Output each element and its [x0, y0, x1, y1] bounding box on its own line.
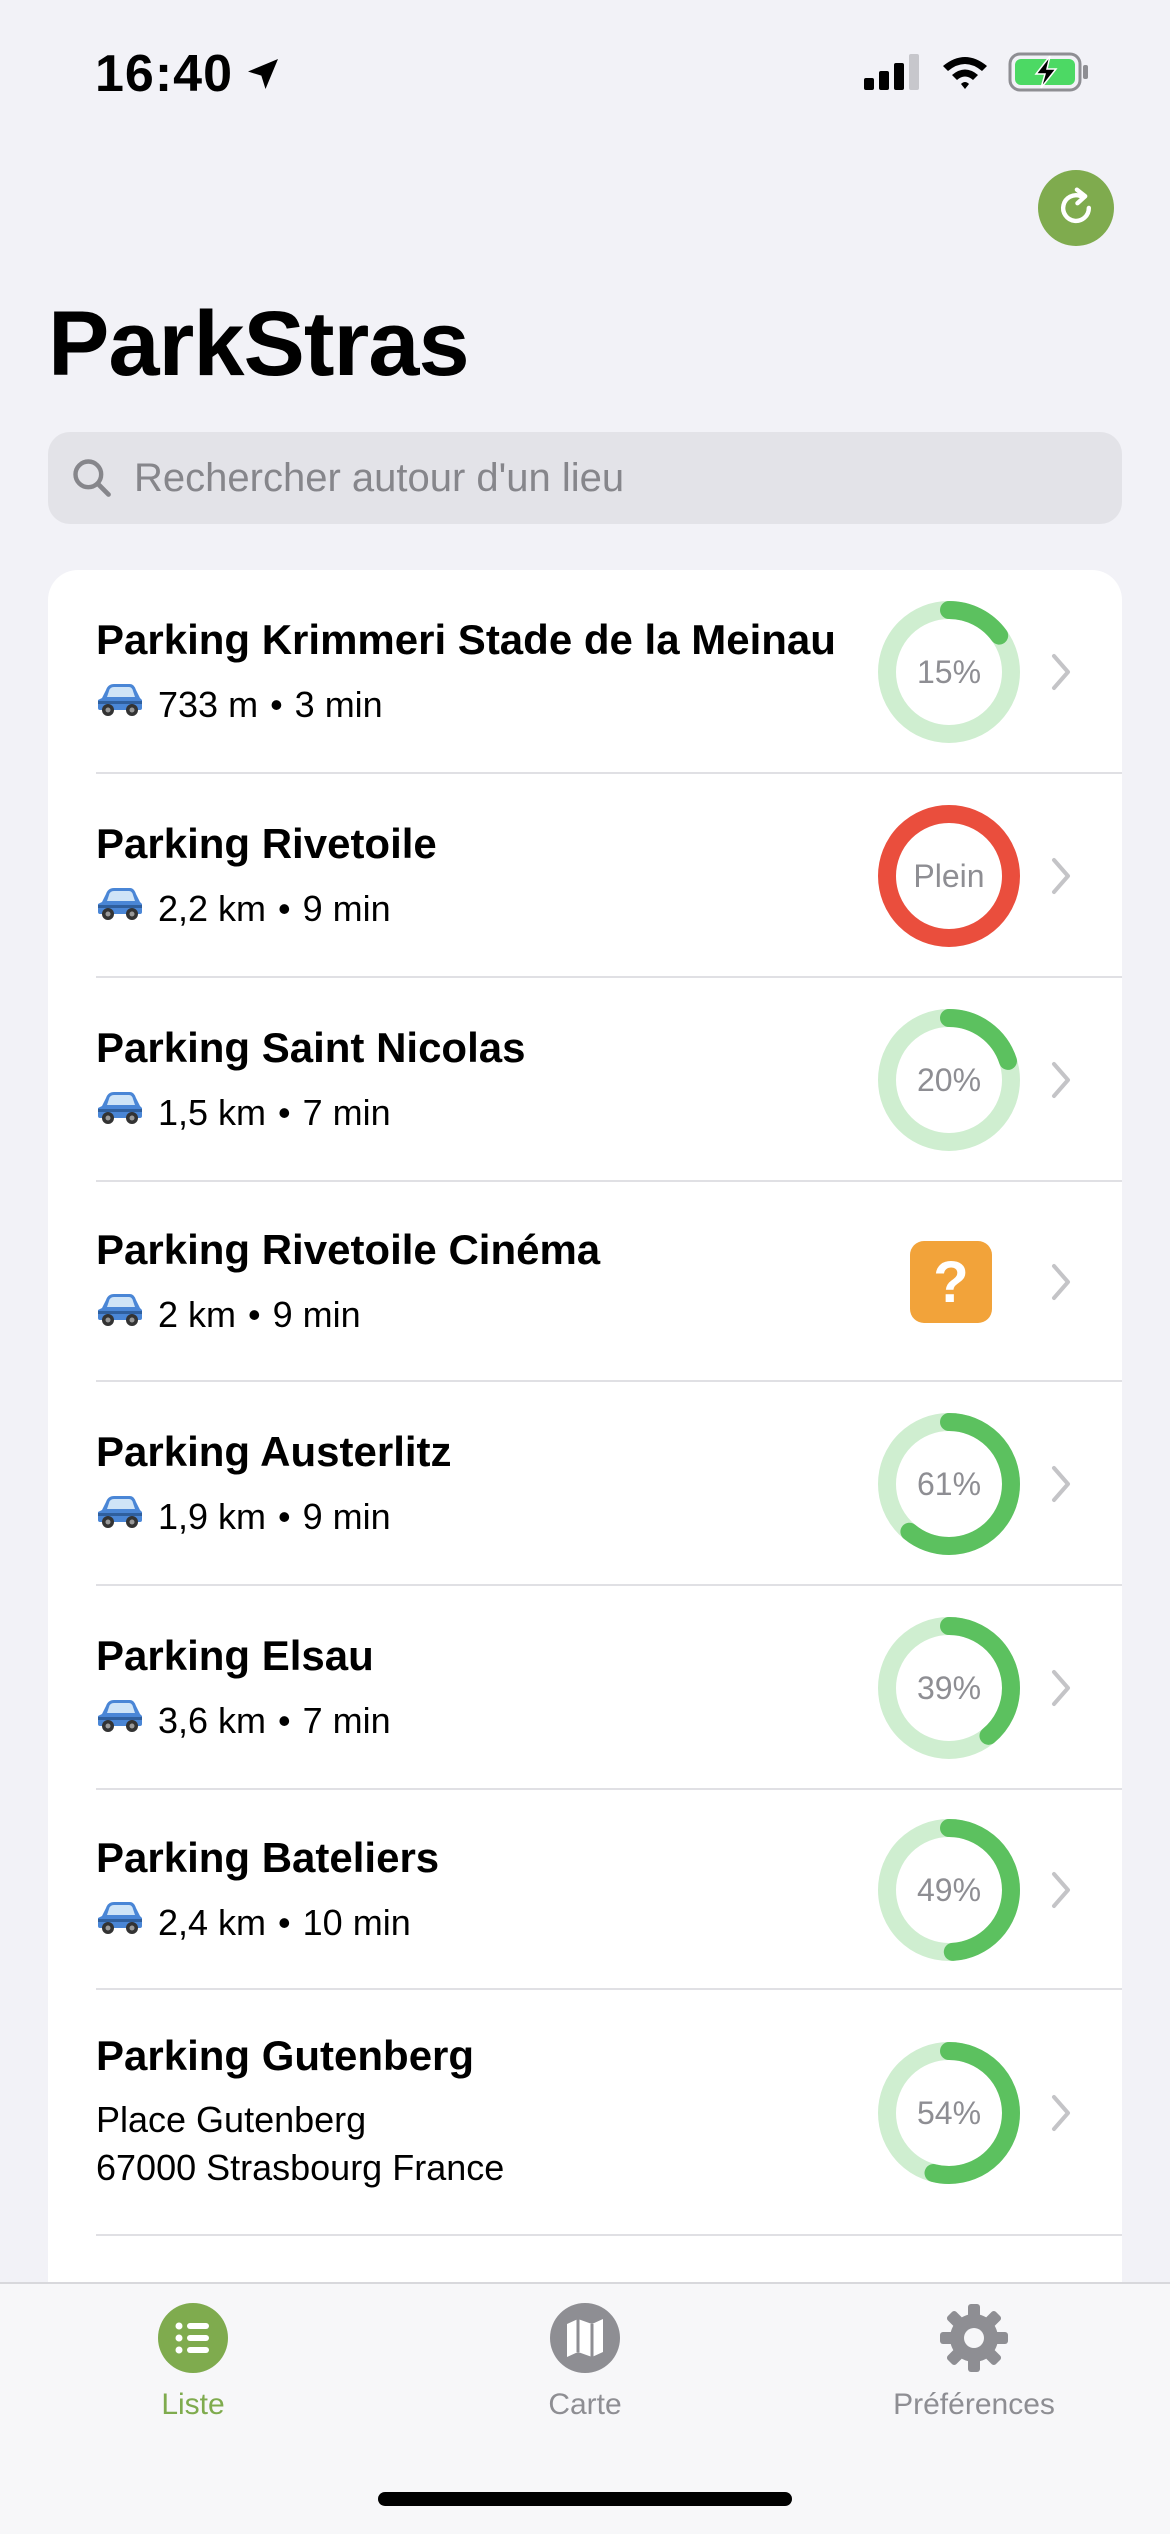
- status-icons: [864, 52, 1090, 92]
- parking-name: Parking Gutenberg: [96, 2032, 475, 2079]
- separator-dot: •: [278, 1901, 291, 1943]
- search-input[interactable]: [132, 454, 1036, 502]
- parking-travel-info: 2,2 km • 9 min: [96, 886, 391, 931]
- separator-dot: •: [248, 1293, 261, 1335]
- location-arrow-icon: [248, 59, 278, 89]
- occupancy-label: Plein: [913, 857, 985, 894]
- parking-name: Parking Saint Nicolas: [96, 1024, 526, 1071]
- separator-dot: •: [270, 683, 283, 725]
- search-bar[interactable]: [48, 432, 1122, 524]
- parking-distance: 2 km: [158, 1293, 237, 1335]
- chevron-right-icon: [1052, 2095, 1070, 2131]
- tab-label: Carte: [548, 2388, 622, 2421]
- car-icon: [96, 1900, 144, 1945]
- parking-duration: 9 min: [302, 1495, 391, 1537]
- refresh-icon: [1061, 187, 1092, 224]
- parking-address: Place Gutenberg 67000 Strasbourg France: [96, 2096, 504, 2192]
- parking-row[interactable]: Parking Rivetoile Cinéma 2 km • 9 min ?: [48, 1182, 1122, 1382]
- parking-row[interactable]: Parking Austerlitz 1,9 km • 9 min 61%: [48, 1382, 1122, 1586]
- parking-row[interactable]: Parking Saint Nicolas 1,5 km • 7 min 20%: [48, 978, 1122, 1182]
- tab-label: Liste: [161, 2388, 225, 2421]
- parking-distance: 2,4 km: [158, 1901, 267, 1943]
- parking-distance: 733 m: [158, 683, 259, 725]
- parking-distance: 3,6 km: [158, 1699, 267, 1741]
- row-divider: [96, 2234, 1122, 2236]
- occupancy-label: 20%: [916, 1061, 982, 1098]
- address-line-1: Place Gutenberg: [96, 2099, 367, 2140]
- page-title: ParkStras: [48, 293, 470, 395]
- chevron-right-icon: [1052, 1264, 1070, 1300]
- parking-row[interactable]: Parking Bateliers 2,4 km • 10 min 49%: [48, 1790, 1122, 1990]
- occupancy-label: 15%: [916, 653, 982, 690]
- battery-charging-icon: [1008, 52, 1088, 92]
- chevron-right-icon: [1052, 1670, 1070, 1706]
- gear-icon: [938, 2302, 1010, 2374]
- parking-duration: 9 min: [302, 887, 391, 929]
- occupancy-label: 61%: [916, 1465, 982, 1502]
- chevron-right-icon: [1052, 654, 1070, 690]
- parking-travel-info: 2 km • 9 min: [96, 1292, 361, 1337]
- chevron-right-icon: [1052, 1466, 1070, 1502]
- car-icon: [96, 1494, 144, 1539]
- refresh-button[interactable]: [1038, 170, 1114, 246]
- parking-list: Parking Krimmeri Stade de la Meinau 733 …: [48, 570, 1122, 2310]
- parking-duration: 3 min: [294, 683, 383, 725]
- parking-travel-info: 733 m • 3 min: [96, 682, 383, 727]
- separator-dot: •: [278, 887, 291, 929]
- separator-dot: •: [278, 1091, 291, 1133]
- parking-distance: 1,9 km: [158, 1495, 267, 1537]
- status-time-text: 16:40: [95, 45, 233, 103]
- signal-icon: [864, 54, 919, 90]
- parking-travel-info: 3,6 km • 7 min: [96, 1698, 391, 1743]
- parking-row[interactable]: Parking Rivetoile 2,2 km • 9 min Plein: [48, 774, 1122, 978]
- parking-travel-info: 1,9 km • 9 min: [96, 1494, 391, 1539]
- wifi-icon: [943, 57, 987, 89]
- parking-travel-info: 1,5 km • 7 min: [96, 1090, 391, 1135]
- parking-duration: 7 min: [302, 1091, 391, 1133]
- tab-liste[interactable]: Liste: [43, 2302, 343, 2422]
- chevron-right-icon: [1052, 858, 1070, 894]
- parking-distance: 2,2 km: [158, 887, 267, 929]
- parking-row[interactable]: Parking Gutenberg Place Gutenberg 67000 …: [48, 1990, 1122, 2236]
- tab-label: Préférences: [893, 2388, 1055, 2421]
- home-indicator: [378, 2492, 792, 2506]
- parking-name: Parking Elsau: [96, 1632, 374, 1679]
- map-icon: [549, 2302, 621, 2374]
- car-icon: [96, 1090, 144, 1135]
- occupancy-label: 49%: [916, 1871, 982, 1908]
- list-icon: [157, 2302, 229, 2374]
- separator-dot: •: [278, 1699, 291, 1741]
- parking-name: Parking Rivetoile: [96, 820, 437, 867]
- parking-travel-info: 2,4 km • 10 min: [96, 1900, 411, 1945]
- address-line-2: 67000 Strasbourg France: [96, 2147, 505, 2188]
- car-icon: [96, 1698, 144, 1743]
- occupancy-label: 39%: [916, 1669, 982, 1706]
- parking-name: Parking Rivetoile Cinéma: [96, 1226, 601, 1273]
- car-icon: [96, 682, 144, 727]
- parking-name: Parking Krimmeri Stade de la Meinau: [96, 616, 836, 663]
- status-time: 16:40: [95, 44, 283, 104]
- chevron-right-icon: [1052, 1872, 1070, 1908]
- parking-duration: 10 min: [302, 1901, 411, 1943]
- separator-dot: •: [278, 1495, 291, 1537]
- parking-name: Parking Bateliers: [96, 1834, 440, 1881]
- parking-distance: 1,5 km: [158, 1091, 267, 1133]
- parking-row[interactable]: Parking Krimmeri Stade de la Meinau 733 …: [48, 570, 1122, 774]
- parking-duration: 9 min: [272, 1293, 361, 1335]
- status-bar: 16:40: [0, 0, 1170, 150]
- chevron-right-icon: [1052, 1062, 1070, 1098]
- search-icon: [73, 459, 111, 497]
- occupancy-label: 54%: [916, 2094, 982, 2131]
- car-icon: [96, 886, 144, 931]
- parking-duration: 7 min: [302, 1699, 391, 1741]
- parking-row[interactable]: Parking Elsau 3,6 km • 7 min 39%: [48, 1586, 1122, 1790]
- unknown-status-badge: ?: [910, 1241, 992, 1323]
- tab-preferences[interactable]: Préférences: [824, 2302, 1124, 2422]
- tab-carte[interactable]: Carte: [435, 2302, 735, 2422]
- car-icon: [96, 1292, 144, 1337]
- parking-name: Parking Austerlitz: [96, 1428, 452, 1475]
